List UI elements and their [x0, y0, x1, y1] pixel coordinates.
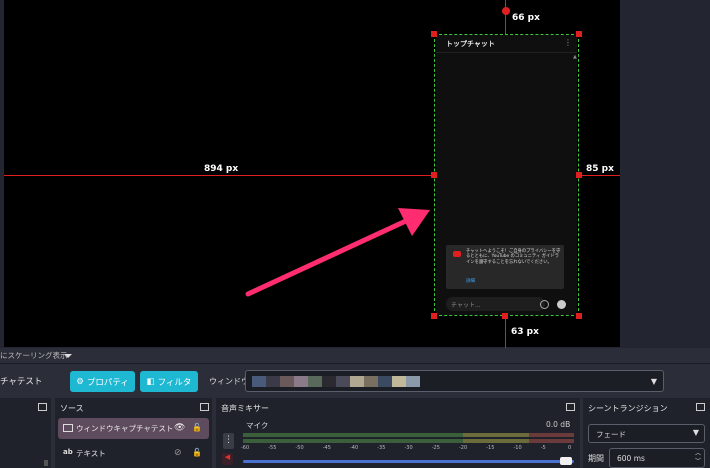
- source-item-text[interactable]: ab テキスト ⊘ 🔓: [58, 443, 209, 464]
- title-swatch: [294, 376, 308, 387]
- spinner-arrows-icon[interactable]: ︿ ﹀: [695, 450, 701, 466]
- sources-title: ソース: [60, 404, 84, 413]
- meter-tick-label: -40: [350, 445, 359, 451]
- audio-mixer-dock: 音声ミキサー マイク 0.0 dB ⋮ ◀ -60 -55 -50 -45 -40 -35…: [216, 398, 580, 468]
- resize-handle-bottom-left[interactable]: [431, 313, 437, 319]
- meter-tick-label: -50: [295, 445, 304, 451]
- measure-bottom: 63 px: [511, 327, 539, 337]
- mic-channel-label: マイク: [246, 421, 269, 430]
- selected-source-name: チャテスト: [0, 377, 43, 387]
- guide-line-top: [505, 0, 506, 34]
- measure-top: 66 px: [512, 13, 540, 23]
- guide-marker-top: [502, 7, 510, 15]
- title-swatch: [392, 376, 406, 387]
- filters-button[interactable]: ◧ フィルタ: [140, 371, 198, 392]
- duration-value: 600 ms: [617, 454, 645, 463]
- properties-button[interactable]: ⚙ プロパティ: [70, 371, 135, 392]
- obs-window: 66 px 894 px 85 px 63 px トップチャット ⌄ ⋮ ▲ チ…: [0, 0, 710, 468]
- resize-handle-left[interactable]: [431, 172, 437, 178]
- title-swatch: [336, 376, 350, 387]
- scenes-dock: [0, 398, 51, 468]
- scaling-label: にスケーリング表示: [0, 351, 68, 360]
- source-item-window-capture[interactable]: ウィンドウキャプチャテスト 👁 🔓: [58, 418, 209, 439]
- title-swatch: [308, 376, 322, 387]
- volume-meter-right: [243, 439, 574, 443]
- selection-bounding-box[interactable]: [434, 34, 579, 316]
- resize-handle-bottom[interactable]: [502, 313, 508, 319]
- volume-slider-handle[interactable]: [560, 457, 572, 465]
- meter-tick-label: -5: [540, 445, 546, 451]
- undock-icon[interactable]: [566, 403, 575, 411]
- preview-status-bar: にスケーリング表示: [0, 348, 710, 364]
- window-select[interactable]: ▼: [245, 370, 664, 392]
- properties-label: プロパティ: [86, 376, 129, 387]
- meter-tick-label: -55: [268, 445, 277, 451]
- meter-tick-label: -10: [513, 445, 522, 451]
- source-label: テキスト: [76, 449, 106, 458]
- meter-tick-label: -45: [322, 445, 331, 451]
- resize-handle-top-left[interactable]: [431, 31, 437, 37]
- eye-slash-icon[interactable]: ⊘: [174, 448, 182, 458]
- speaker-muted-icon[interactable]: ◀: [222, 453, 233, 465]
- meter-tick-label: -15: [486, 445, 495, 451]
- title-swatch: [252, 376, 266, 387]
- resize-handle-bottom-right[interactable]: [576, 313, 582, 319]
- unlock-icon[interactable]: 🔓: [192, 448, 202, 457]
- dropdown-arrow-icon: ▼: [692, 428, 699, 437]
- meter-tick-label: -20: [459, 445, 468, 451]
- meter-tick-label: -25: [431, 445, 440, 451]
- volume-slider[interactable]: [243, 460, 574, 463]
- title-swatch: [406, 376, 420, 387]
- guide-line-left: [4, 175, 434, 176]
- meter-tick-label: -35: [377, 445, 386, 451]
- title-swatch: [266, 376, 280, 387]
- dropdown-arrow-icon: ▼: [650, 377, 657, 386]
- resize-handle-top-right[interactable]: [576, 31, 582, 37]
- scrollbar[interactable]: [44, 460, 48, 466]
- resize-handle-right[interactable]: [576, 172, 582, 178]
- meter-scale: -60 -55 -50 -45 -40 -35 -30 -25 -20 -15 -10 -5 0: [241, 445, 576, 453]
- source-label: ウィンドウキャプチャテスト: [76, 424, 174, 433]
- annotation-arrow-icon: [245, 208, 430, 297]
- filter-icon: ◧: [146, 376, 155, 386]
- scene-transitions-dock: シーントランジション フェード ▼ 期間 600 ms ︿ ﹀: [583, 398, 710, 468]
- title-swatch: [280, 376, 294, 387]
- undock-icon[interactable]: [696, 403, 705, 411]
- transition-value: フェード: [596, 430, 626, 439]
- text-source-icon: ab: [63, 448, 73, 456]
- gear-icon: ⚙: [76, 376, 84, 386]
- measure-right: 85 px: [586, 164, 614, 174]
- scaling-dropdown-icon[interactable]: [62, 352, 74, 360]
- title-swatch: [322, 376, 336, 387]
- undock-icon[interactable]: [200, 403, 209, 411]
- mic-db-value: 0.0 dB: [546, 420, 571, 429]
- title-swatch: [364, 376, 378, 387]
- window-icon: [63, 424, 73, 432]
- mixer-title: 音声ミキサー: [221, 404, 269, 413]
- eye-icon[interactable]: 👁: [174, 423, 185, 433]
- unlock-icon[interactable]: 🔓: [192, 423, 202, 432]
- guide-line-right: [579, 175, 620, 176]
- title-swatch: [378, 376, 392, 387]
- title-swatch: [350, 376, 364, 387]
- meter-tick-label: -60: [241, 445, 250, 451]
- guide-line-bottom: [505, 316, 506, 348]
- volume-meter-left: [243, 433, 574, 437]
- measure-left: 894 px: [204, 164, 239, 174]
- filters-label: フィルタ: [157, 376, 192, 387]
- source-toolbar: チャテスト ⚙ プロパティ ◧ フィルタ ウィンドウ ▼: [0, 364, 710, 398]
- sources-dock: ソース ウィンドウキャプチャテスト 👁 🔓 ab テキスト ⊘ 🔓: [55, 398, 212, 468]
- duration-field[interactable]: 600 ms ︿ ﹀: [609, 448, 705, 468]
- kebab-menu-icon[interactable]: ⋮: [223, 433, 234, 449]
- duration-label: 期間: [588, 454, 604, 463]
- window-label: ウィンドウ: [209, 377, 249, 386]
- undock-icon[interactable]: [38, 403, 47, 411]
- meter-tick-label: -30: [404, 445, 413, 451]
- transitions-title: シーントランジション: [588, 404, 668, 413]
- meter-tick-label: 0: [568, 445, 572, 451]
- transition-select[interactable]: フェード ▼: [588, 424, 705, 443]
